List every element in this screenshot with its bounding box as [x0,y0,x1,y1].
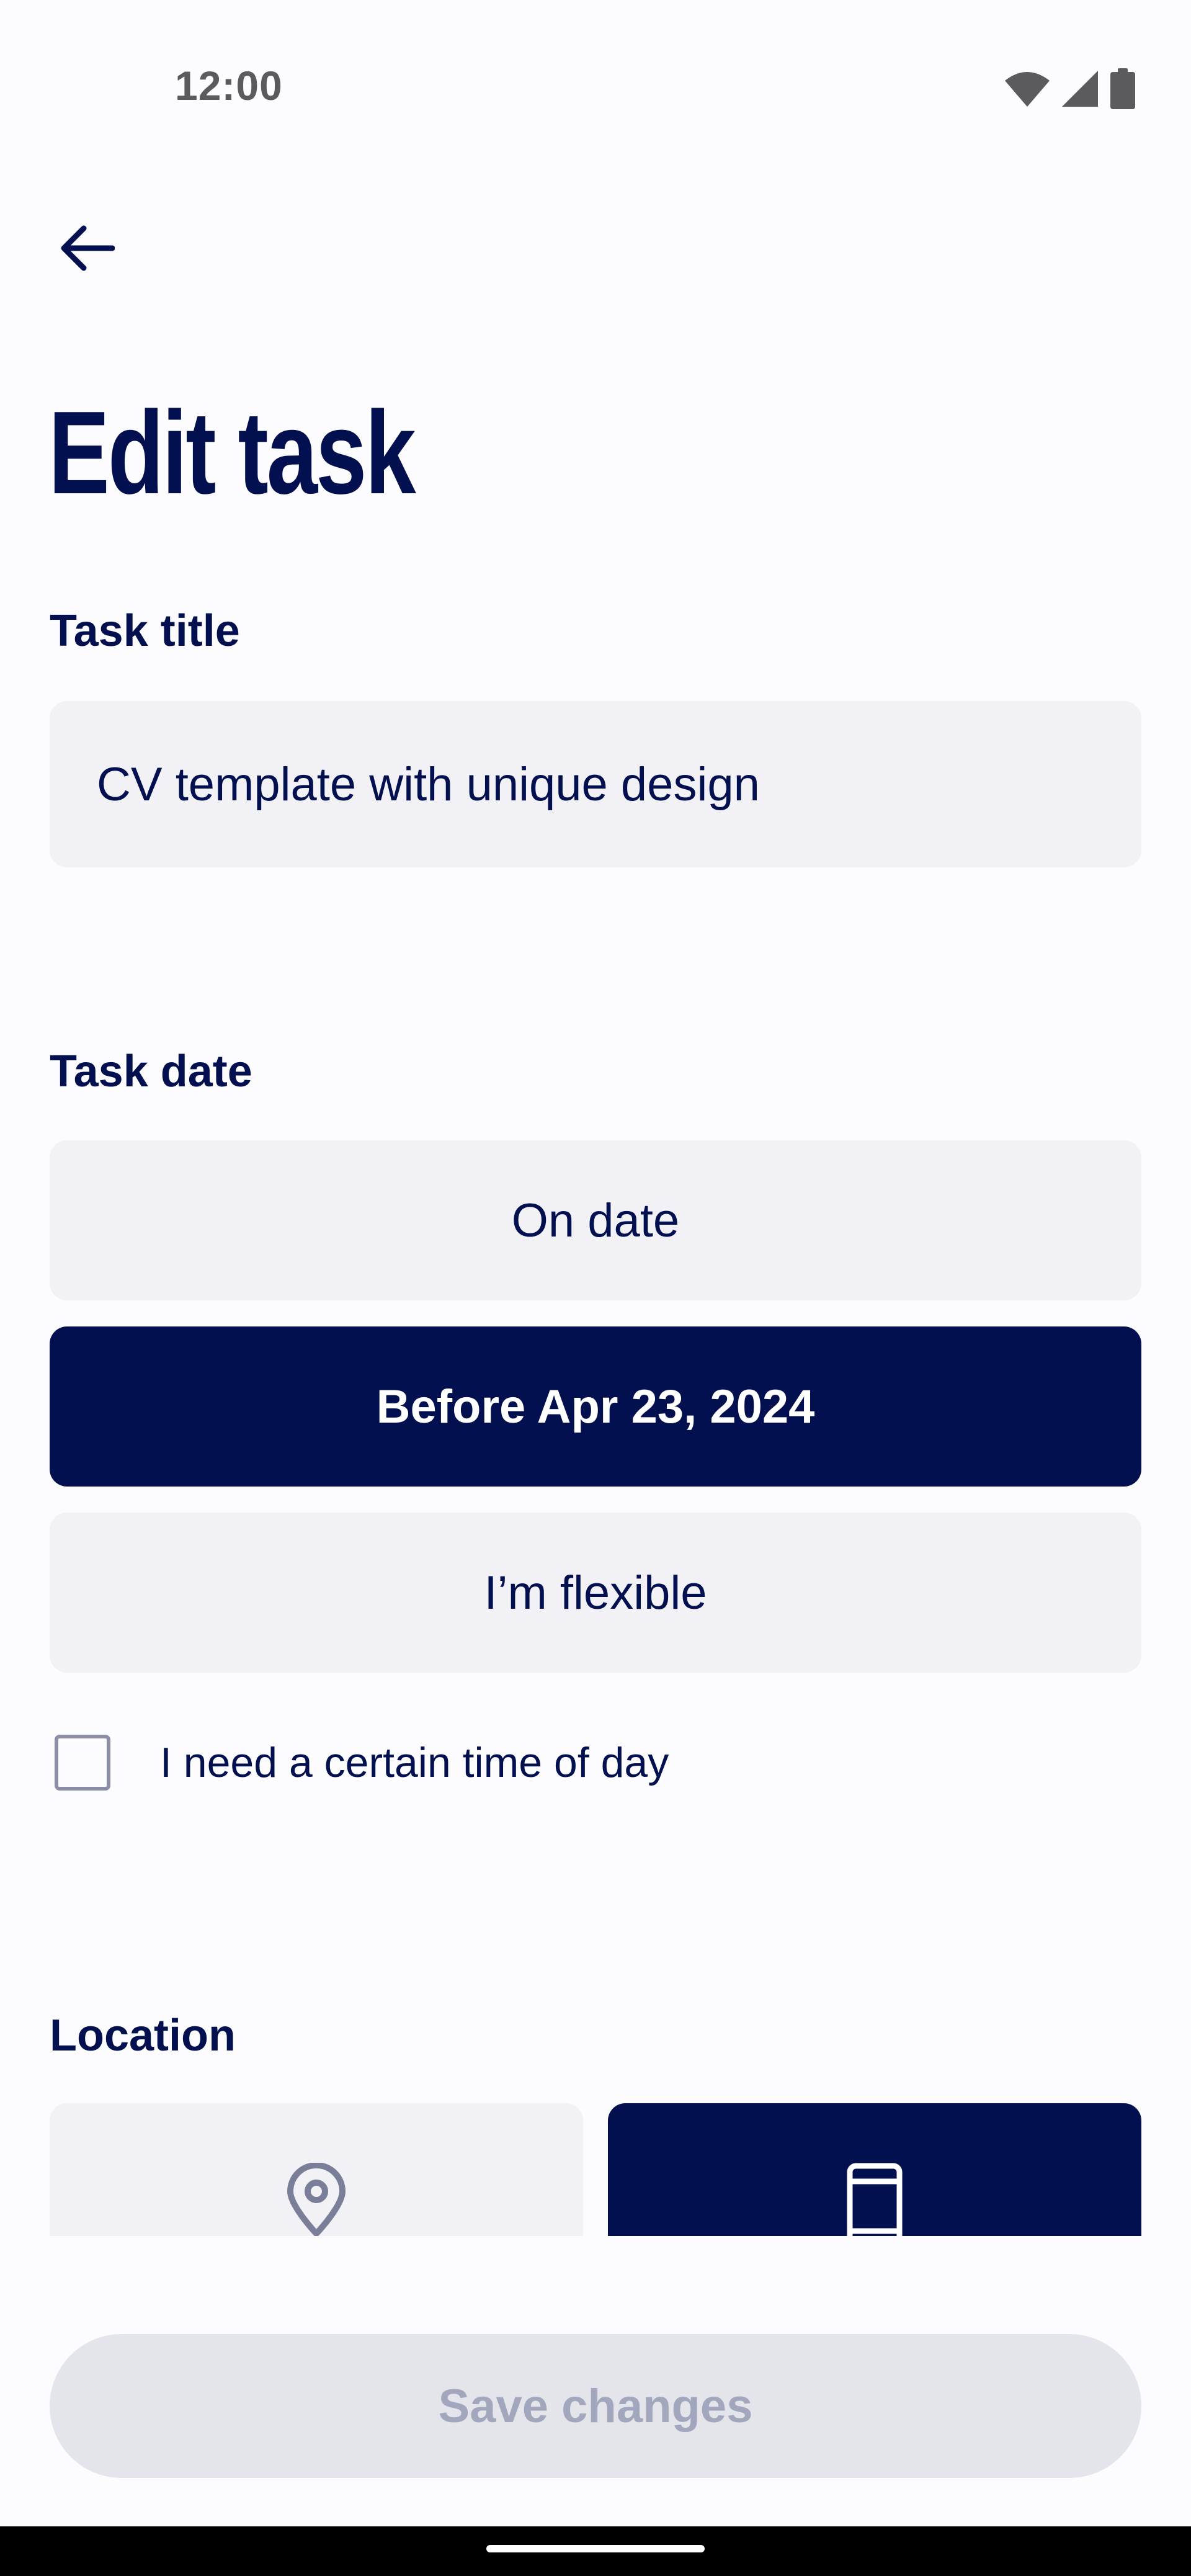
wifi-icon [1005,72,1050,107]
smartphone-icon [847,2163,903,2236]
battery-icon [1110,68,1135,109]
date-option-on-date[interactable]: On date [50,1140,1141,1300]
date-option-before-date[interactable]: Before Apr 23, 2024 [50,1326,1141,1487]
map-pin-icon [287,2163,346,2236]
status-icons [1005,68,1135,109]
arrow-left-icon [61,225,115,271]
status-time: 12:00 [175,63,283,109]
location-option-remote[interactable] [608,2103,1141,2236]
cell-signal-icon [1062,71,1098,107]
location-label: Location [50,2011,236,2060]
date-option-flexible[interactable]: I’m flexible [50,1513,1141,1673]
time-of-day-label: I need a certain time of day [160,1739,669,1786]
home-gesture-handle[interactable] [486,2545,705,2552]
location-options [0,2103,1191,2236]
page-title: Edit task [48,387,416,519]
time-of-day-checkbox[interactable] [55,1735,110,1791]
task-title-input[interactable]: CV template with unique design [50,701,1141,867]
system-nav-bar [0,2526,1191,2576]
status-bar: 12:00 [0,0,1191,174]
back-button[interactable] [50,211,124,285]
time-of-day-row[interactable]: I need a certain time of day [55,1735,669,1791]
task-title-label: Task title [50,606,240,656]
location-option-in-person[interactable] [50,2103,583,2236]
save-changes-button[interactable]: Save changes [50,2334,1141,2478]
task-date-label: Task date [50,1047,252,1096]
